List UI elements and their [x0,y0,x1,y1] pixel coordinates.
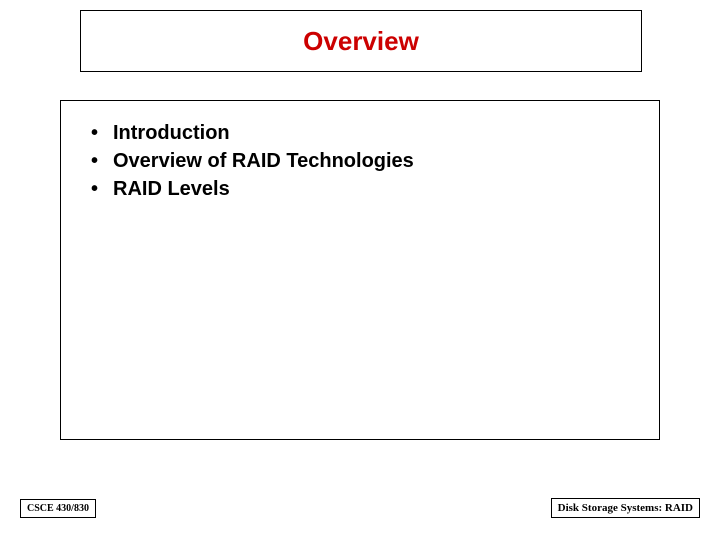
slide-title: Overview [303,26,419,57]
bullet-text: RAID Levels [113,178,230,200]
content-box: Introduction Overview of RAID Technologi… [60,100,660,440]
slide: Overview Introduction Overview of RAID T… [0,0,720,540]
title-box: Overview [80,10,642,72]
bullet-text: Overview of RAID Technologies [113,150,414,172]
footer-left: CSCE 430/830 [20,499,96,518]
bullet-text: Introduction [113,122,230,144]
bullet-list: Introduction Overview of RAID Technologi… [71,119,649,203]
list-item: Introduction [71,119,649,147]
list-item: RAID Levels [71,175,649,203]
list-item: Overview of RAID Technologies [71,147,649,175]
footer-right: Disk Storage Systems: RAID [551,498,700,518]
